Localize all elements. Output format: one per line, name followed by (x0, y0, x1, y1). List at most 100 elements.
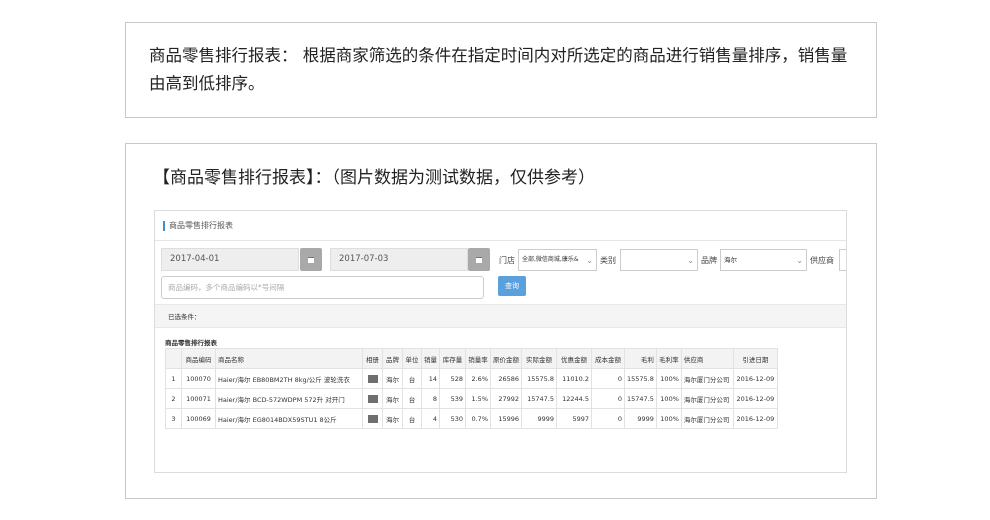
actual-amount: 15747.5 (521, 388, 557, 409)
column-header: 原价金额 (490, 348, 522, 369)
selected-conditions-bar: 已选条件： (155, 304, 846, 328)
category-select[interactable]: ⌄ (620, 249, 698, 271)
brand: 海尔 (382, 368, 403, 389)
column-header: 优惠金额 (556, 348, 592, 369)
store-select-value: 全部,微信商城,康乐& (522, 256, 579, 263)
start-date-input[interactable]: 2017-04-01 (161, 248, 299, 271)
image-icon[interactable] (367, 374, 378, 383)
sales-rate: 0.7% (465, 408, 491, 429)
discount-amount: 11010.2 (556, 368, 592, 389)
supplier: 海尔厦门分公司 (680, 388, 734, 409)
intro-box: 商品零售排行报表： 根据商家筛选的条件在指定时间内对所选定的商品进行销售量排序，… (125, 22, 877, 118)
intro-date: 2016-12-09 (732, 368, 778, 389)
gross-profit: 15575.8 (624, 368, 657, 389)
selected-conditions-label: 已选条件： (168, 313, 201, 321)
unit: 台 (402, 408, 422, 429)
album-cell (362, 408, 383, 429)
start-date-calendar-icon[interactable] (300, 248, 322, 271)
column-header: 毛利 (624, 348, 657, 369)
cost-amount: 0 (591, 408, 625, 429)
discount-amount: 5997 (556, 408, 592, 429)
image-icon[interactable] (367, 414, 378, 423)
product-name: Haier/海尔 EG8014BDX59STU1 8公斤 (215, 408, 363, 429)
column-header: 品牌 (382, 348, 403, 369)
column-header: 相册 (362, 348, 383, 369)
column-header: 实际金额 (521, 348, 557, 369)
gross-margin: 100% (655, 408, 682, 429)
supplier: 海尔厦门分公司 (680, 408, 734, 429)
brand: 海尔 (382, 388, 403, 409)
column-header: 引进日期 (732, 348, 778, 369)
stock-qty: 539 (439, 388, 466, 409)
supplier-select[interactable] (839, 249, 846, 271)
store-select[interactable]: 全部,微信商城,康乐& ⌄ (518, 249, 597, 271)
gross-profit: 15747.5 (624, 388, 657, 409)
cost-amount: 0 (591, 388, 625, 409)
supplier-label: 供应商 (810, 256, 834, 265)
end-date-calendar-icon[interactable] (468, 248, 490, 271)
column-header: 毛利率 (655, 348, 682, 369)
column-header (165, 348, 182, 369)
unit: 台 (402, 388, 422, 409)
table-row[interactable]: 3 100069 Haier/海尔 EG8014BDX59STU1 8公斤 海尔… (165, 408, 778, 429)
discount-amount: 12244.5 (556, 388, 592, 409)
product-name: Haier/海尔 EB80BM2TH 8kg/公斤 波轮洗衣 (215, 368, 363, 389)
end-date-input[interactable]: 2017-07-03 (330, 248, 468, 271)
actual-amount: 15575.8 (521, 368, 557, 389)
gross-margin: 100% (655, 368, 682, 389)
brand-select-value: 海尔 (724, 256, 737, 264)
report-header: 商品零售排行报表 (155, 211, 846, 241)
actual-amount: 9999 (521, 408, 557, 429)
unit: 台 (402, 368, 422, 389)
store-label: 门店 (499, 256, 515, 265)
intro-date: 2016-12-09 (732, 408, 778, 429)
report-screenshot: 商品零售排行报表 2017-04-01 2017-07-03 门店 全部,微信商… (154, 210, 847, 473)
cost-amount: 0 (591, 368, 625, 389)
brand-select[interactable]: 海尔 ⌄ (720, 249, 807, 271)
row-index: 1 (165, 368, 182, 389)
gross-profit: 9999 (624, 408, 657, 429)
section-title: 【商品零售排行报表】：（图片数据为测试数据，仅供参考） (153, 168, 595, 188)
product-code: 100069 (181, 408, 216, 429)
stock-qty: 528 (439, 368, 466, 389)
column-header: 商品编码 (181, 348, 216, 369)
table-row[interactable]: 2 100071 Haier/海尔 BCD-572WDPM 572升 对开门 海… (165, 388, 778, 409)
table-header-row: 商品编码 商品名称 相册 品牌 单位 销量 库存量 销量率 原价金额 实际金额 … (165, 348, 778, 369)
row-index: 2 (165, 388, 182, 409)
sales-qty: 8 (421, 388, 440, 409)
product-code: 100071 (181, 388, 216, 409)
report-header-title: 商品零售排行报表 (169, 221, 233, 230)
image-icon[interactable] (367, 394, 378, 403)
report-table: 商品编码 商品名称 相册 品牌 单位 销量 库存量 销量率 原价金额 实际金额 … (165, 348, 778, 429)
sales-rate: 2.6% (465, 368, 491, 389)
table-title: 商品零售排行报表 (165, 339, 217, 347)
column-header: 销量率 (465, 348, 491, 369)
sales-qty: 4 (421, 408, 440, 429)
chevron-down-icon: ⌄ (586, 256, 593, 265)
product-code-search-input[interactable]: 商品编码，多个商品编码以*号间隔 (161, 276, 484, 299)
sales-qty: 14 (421, 368, 440, 389)
table-row[interactable]: 1 100070 Haier/海尔 EB80BM2TH 8kg/公斤 波轮洗衣 … (165, 368, 778, 389)
column-header: 供应商 (680, 348, 734, 369)
album-cell (362, 368, 383, 389)
original-amount: 27992 (490, 388, 522, 409)
category-label: 类别 (600, 256, 616, 265)
stock-qty: 530 (439, 408, 466, 429)
column-header: 商品名称 (215, 348, 363, 369)
original-amount: 15996 (490, 408, 522, 429)
original-amount: 26586 (490, 368, 522, 389)
intro-date: 2016-12-09 (732, 388, 778, 409)
chevron-down-icon: ⌄ (687, 256, 694, 265)
chevron-down-icon: ⌄ (796, 256, 803, 265)
brand: 海尔 (382, 408, 403, 429)
query-button[interactable]: 查询 (498, 276, 526, 296)
column-header: 单位 (402, 348, 422, 369)
supplier: 海尔厦门分公司 (680, 368, 734, 389)
sales-rate: 1.5% (465, 388, 491, 409)
column-header: 成本金额 (591, 348, 625, 369)
column-header: 库存量 (439, 348, 466, 369)
product-name: Haier/海尔 BCD-572WDPM 572升 对开门 (215, 388, 363, 409)
brand-label: 品牌 (701, 256, 717, 265)
intro-text: 商品零售排行报表： 根据商家筛选的条件在指定时间内对所选定的商品进行销售量排序，… (149, 46, 848, 93)
column-header: 销量 (421, 348, 440, 369)
